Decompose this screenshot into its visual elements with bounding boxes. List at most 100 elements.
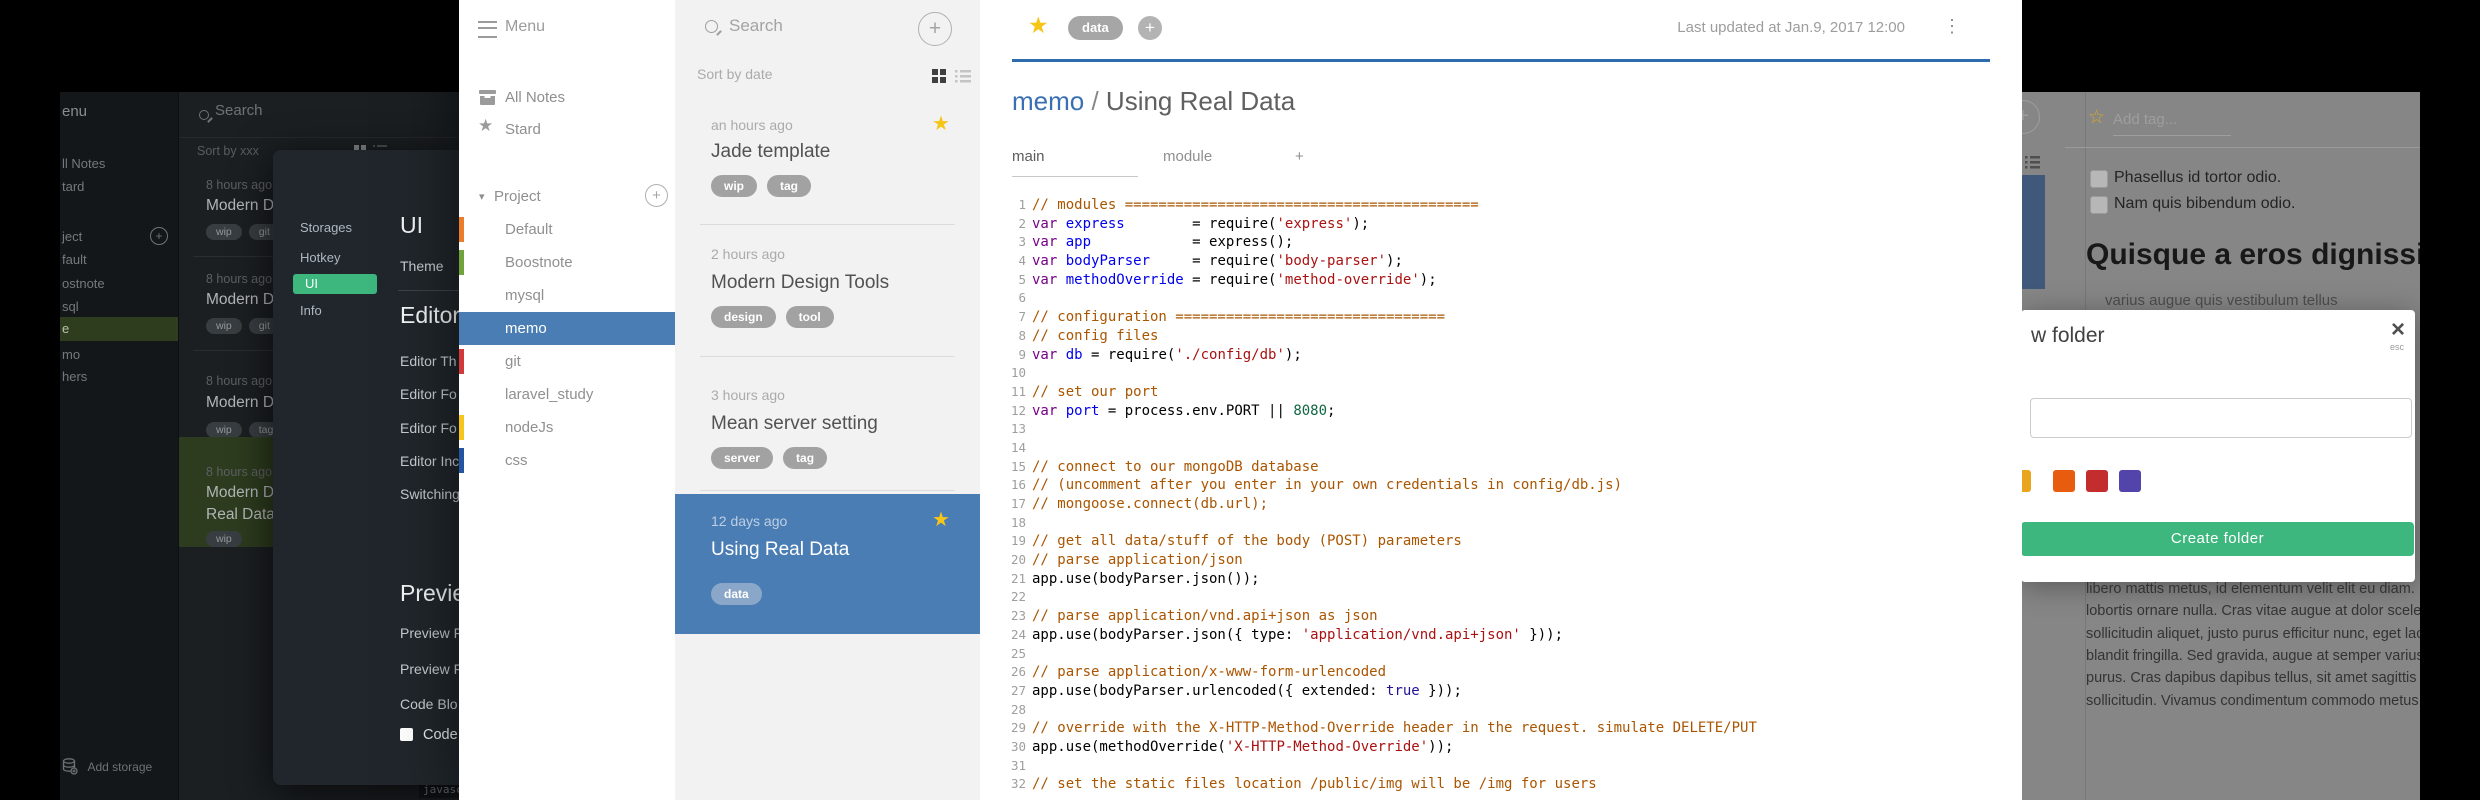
add-tag-input[interactable]: Add tag... [2113,111,2177,128]
line-number: 13 [1010,421,1026,437]
code-token: 8080 [1293,402,1328,419]
sidebar-item[interactable]: ll Notes [62,156,105,171]
create-folder-button[interactable]: Create folder [2022,522,2414,556]
code-token: ); [1419,271,1437,288]
folder-label: laravel_study [505,386,594,403]
sidebar-item[interactable]: sql [62,299,79,314]
project-group-label[interactable]: Project [494,188,541,205]
code-token: = express(); [1091,234,1294,251]
grid-view-icon[interactable] [932,69,947,83]
line-number: 1 [1018,197,1026,212]
search-icon [705,20,718,33]
sidebar-folder-item[interactable]: mysql [459,279,675,312]
sidebar-folder-item[interactable]: git [459,345,675,378]
search-input[interactable]: Search [729,16,783,36]
sidebar-item[interactable]: fault [62,252,87,267]
sidebar-folder-item[interactable]: css [459,444,675,477]
new-note-button[interactable]: + [918,12,952,46]
sidebar-folder-item[interactable]: Default [459,213,675,246]
line-number: 31 [1010,757,1026,773]
tab-add[interactable]: + [1295,148,1304,165]
folder-color-marker [459,448,464,473]
body-text-line: libero mattis metus, id elementum velit … [2086,581,2420,597]
sidebar-item[interactable]: hers [62,369,87,384]
code-token: app.use(bodyParser.json()); [1032,570,1260,587]
divider [2065,147,2420,148]
add-tag-button[interactable]: + [1138,16,1162,40]
line-number: 22 [1010,589,1026,605]
code-token: // parse application/x-www-form-urlencod… [1032,664,1387,681]
checkbox[interactable] [2090,196,2108,214]
note-card[interactable]: 2 hours ago Modern Design Tools design tool [675,230,980,358]
folder-color-swatch[interactable] [2053,470,2075,492]
sidebar-item[interactable]: e [62,321,69,336]
star-outline-icon[interactable]: ☆ [2088,106,2105,129]
folder-name-input[interactable] [2030,398,2412,438]
folder-color-swatch[interactable] [2022,470,2031,492]
sort-label[interactable]: Sort by xxx [197,144,259,158]
tab-main[interactable]: main [1012,148,1045,165]
sidebar-item[interactable]: tard [62,179,84,194]
close-hint: esc [2390,342,2405,352]
menu-label[interactable]: Menu [505,18,545,36]
sidebar-item[interactable]: mo [62,347,80,362]
settings-nav-item[interactable]: Hotkey [300,250,340,265]
settings-nav-item[interactable]: Info [300,303,322,318]
note-title: memo / Using Real Data [1012,86,1296,116]
modal-title: w folder [2031,324,2105,347]
folder-color-swatch[interactable] [2119,470,2141,492]
sidebar-item[interactable]: ject [62,229,82,244]
note-title-text[interactable]: Using Real Data [1106,86,1295,116]
body-text-line: sollicitudin aliquet, justo purus effici… [2086,625,2420,642]
list-view-icon[interactable] [2025,156,2040,169]
new-note-button[interactable]: + [2022,100,2040,134]
settings-nav-item-selected[interactable]: UI [293,274,377,294]
breadcrumb-project[interactable]: memo [1012,86,1084,116]
list-view-icon[interactable] [955,70,971,83]
note-date: an hours ago [711,117,793,133]
code-block-checkbox[interactable] [400,728,413,741]
line-number: 32 [1010,776,1026,792]
line-number: 17 [1010,496,1026,511]
line-number: 27 [1010,682,1026,698]
chevron-down-icon[interactable]: ▾ [479,190,485,203]
desktop: enu ll Notes tard ject + fault ostnote sql e mo he… [0,0,2480,800]
close-icon[interactable]: × [2391,316,2405,344]
tab-module[interactable]: module [1163,148,1212,165]
folder-color-swatch[interactable] [2086,470,2108,492]
sidebar-folder-item[interactable]: laravel_study [459,378,675,411]
checkbox[interactable] [2090,170,2108,188]
note-tag-badge[interactable]: data [1068,16,1123,40]
sidebar-item[interactable]: ostnote [62,276,105,291]
sidebar-item-starred[interactable]: Stard [505,121,541,138]
sidebar-item[interactable]: enu [62,103,87,120]
code-token: var [1032,215,1058,232]
folder-color-marker [459,349,464,374]
star-icon[interactable]: ★ [932,507,950,532]
code-token: = require( [1124,215,1277,232]
add-folder-button[interactable]: + [150,227,168,245]
sidebar-item-selected[interactable] [60,317,178,341]
sidebar-folder-item[interactable]: Boostnote [459,246,675,279]
settings-nav-item[interactable]: Storages [300,220,352,235]
sidebar-item-all-notes[interactable]: All Notes [505,89,565,106]
star-toggle-icon[interactable]: ★ [1028,12,1049,39]
star-icon[interactable]: ★ [932,111,950,136]
sort-selector[interactable]: Sort by date [697,66,773,82]
search-input[interactable]: Search [215,102,263,119]
line-number: 2 [1018,215,1026,231]
settings-item-label: Editor Inc [400,453,459,469]
selected-note-card[interactable] [2022,175,2045,289]
tag-badge: data [711,583,762,605]
more-options-icon[interactable]: ⋮ [1943,16,1961,37]
add-folder-button[interactable]: + [645,184,668,207]
note-card[interactable]: 3 hours ago Mean server setting server tag [675,362,980,492]
add-storage-button[interactable]: Add storage [62,758,152,776]
code-line: 21 app.use(bodyParser.json()); [1010,570,2022,589]
note-card[interactable]: 12 days ago ★ Using Real Data data [675,494,980,634]
menu-icon[interactable] [478,21,497,38]
code-area[interactable]: 1 // modules ============================… [1010,196,2022,794]
sidebar-folder-item[interactable]: memo [459,312,675,345]
note-card[interactable]: an hours ago ★ Jade template wip tag [675,103,980,226]
sidebar-folder-item[interactable]: nodeJs [459,411,675,444]
